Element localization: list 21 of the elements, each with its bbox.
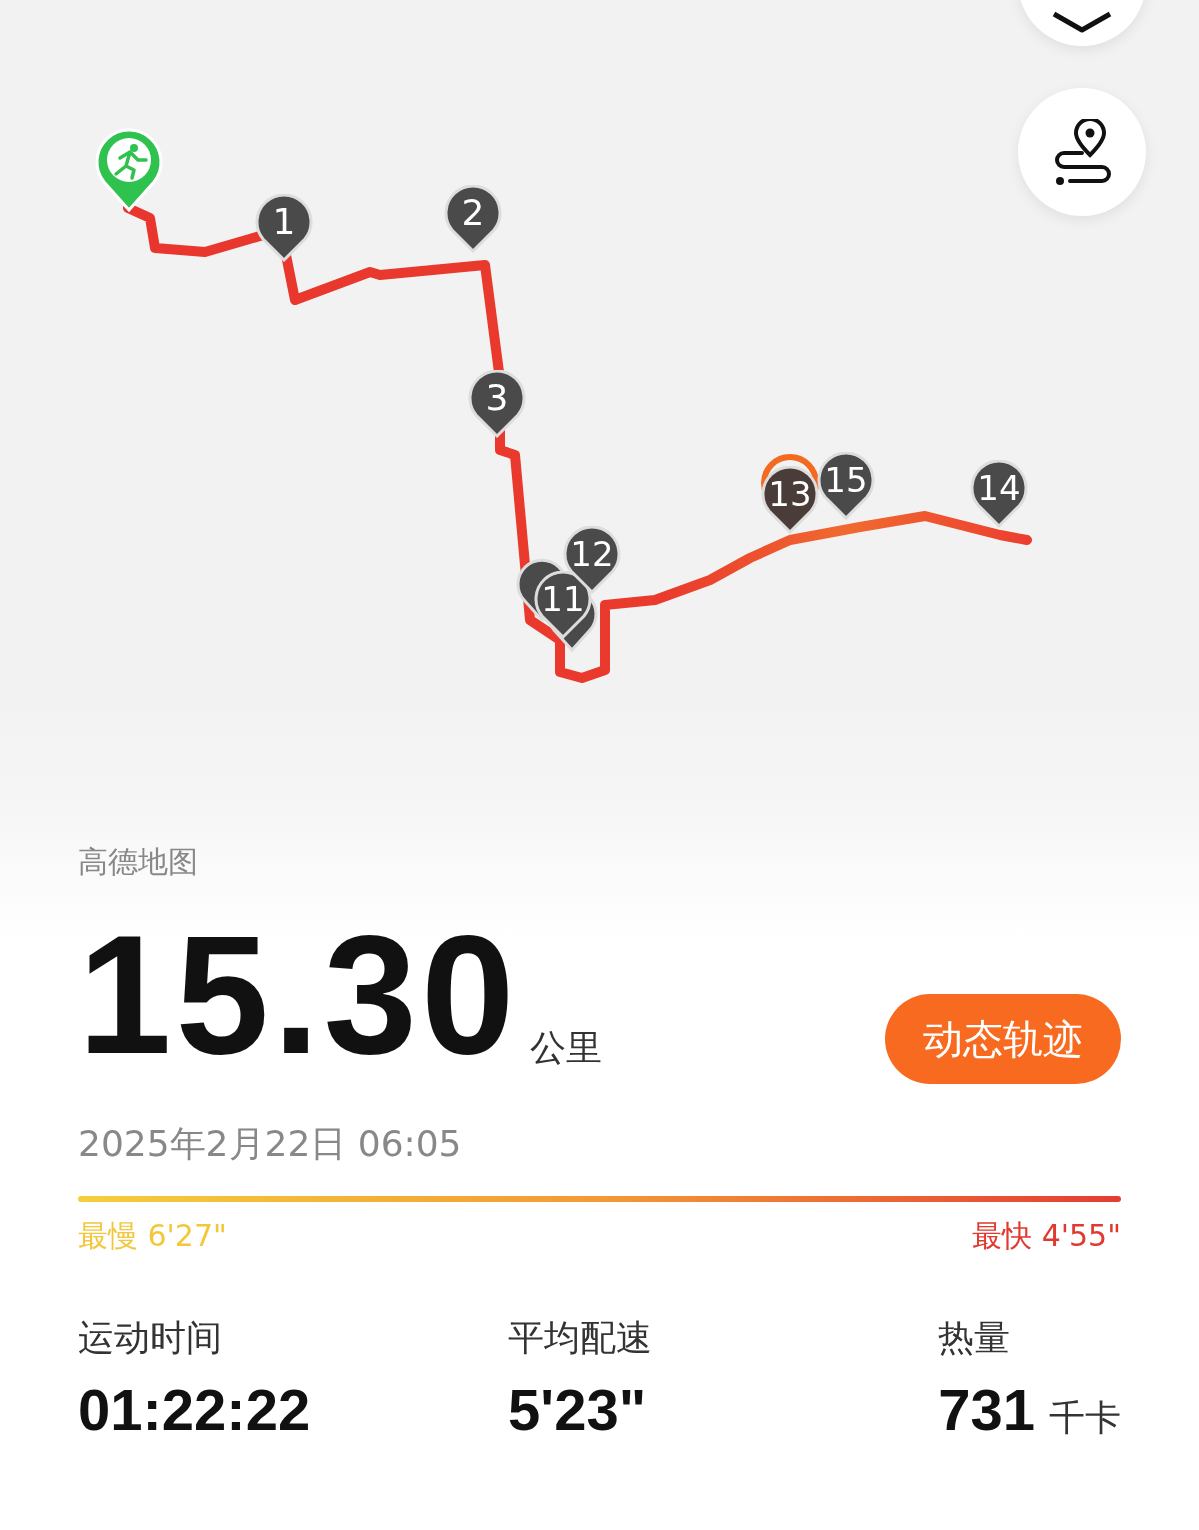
stat-value: 01:22:22: [78, 1380, 311, 1440]
stat-label: 运动时间: [78, 1316, 223, 1360]
distance-value: 15.30: [78, 920, 519, 1070]
date-time: 2025年2月22日 06:05: [78, 1122, 463, 1166]
route-pin-icon: [1052, 119, 1112, 185]
stat-label: 热量: [938, 1316, 1012, 1360]
start-pin-icon: [95, 128, 163, 212]
distance-unit: 公里: [530, 1026, 603, 1070]
map-source-label: 高德地图: [78, 843, 199, 881]
map-pin[interactable]: 13: [761, 466, 819, 534]
stat-label: 平均配速: [508, 1316, 654, 1360]
map-pin[interactable]: 15: [817, 452, 875, 520]
stat-unit: 千卡: [1049, 1396, 1121, 1440]
stat-value: 731: [938, 1380, 1035, 1440]
map-pin[interactable]: 2: [444, 185, 502, 253]
map-pin[interactable]: 14: [970, 460, 1028, 528]
map-pin[interactable]: 3: [468, 370, 526, 438]
fastest-pace: 最快 4'55": [972, 1217, 1121, 1255]
map-pin[interactable]: 1: [255, 194, 313, 262]
slowest-pace: 最慢 6'27": [78, 1217, 227, 1255]
stat-value: 5'23": [508, 1380, 647, 1440]
